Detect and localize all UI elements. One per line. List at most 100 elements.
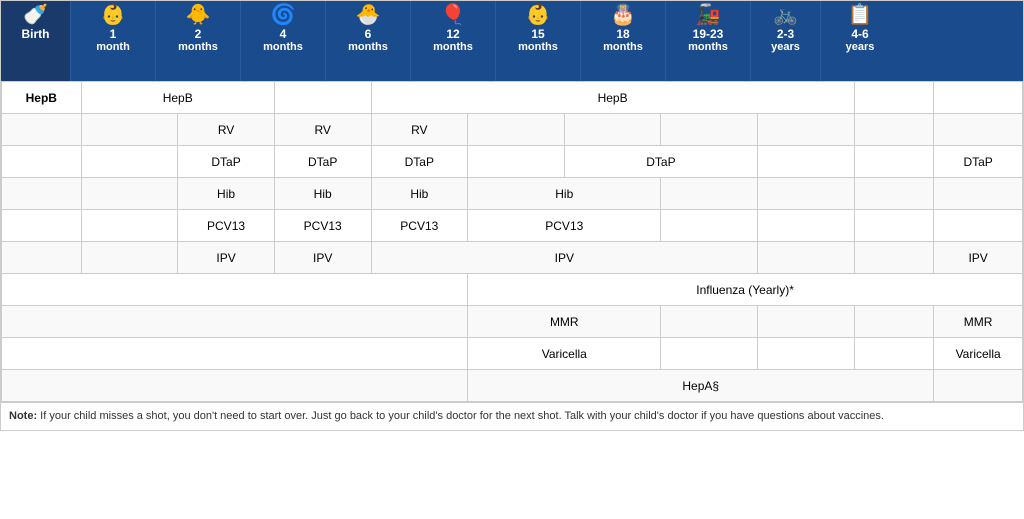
1mo-icon: 👶 [101,5,126,25]
hib-12mo-15mo: Hib [468,178,661,210]
2mo-label: months [178,41,218,54]
table-row: HepA§ [2,370,1023,402]
header-4mo: 🌀 4 months [241,1,326,81]
mmr-18mo [661,306,758,338]
hepa-range: HepA§ [468,370,934,402]
rv-46yr [934,114,1023,146]
hib-1mo [81,178,178,210]
dtap-4mo: DTaP [274,146,371,178]
pcv13-12mo-15mo: PCV13 [468,210,661,242]
23yr-icon: 🚲 [773,5,798,25]
mmr-23yr [854,306,934,338]
hib-23yr [854,178,934,210]
6mo-icon: 🐣 [356,5,381,25]
rv-birth [2,114,82,146]
1923mo-num: 19-23 [693,27,724,41]
dtap-46yr: DTaP [934,146,1023,178]
table-row: DTaP DTaP DTaP DTaP DTaP [2,146,1023,178]
table-row: Hib Hib Hib Hib [2,178,1023,210]
ipv-6mo-15mo: IPV [371,242,758,274]
mmr-46yr: MMR [934,306,1023,338]
46yr-num: 4-6 [851,27,868,41]
influenza-range: Influenza (Yearly)* [468,274,1023,306]
varicella-1923mo [758,338,855,370]
23yr-num: 2-3 [777,27,794,41]
hib-4mo: Hib [274,178,371,210]
birth-label: Birth [22,27,50,41]
15mo-label: months [518,41,558,54]
rv-23yr [854,114,934,146]
note-text: If your child misses a shot, you don't n… [37,410,884,422]
4mo-label: months [263,41,303,54]
hepb-46yr [934,82,1023,114]
18mo-label: months [603,41,643,54]
table-row: HepB HepB HepB [2,82,1023,114]
header-row: 🍼 Birth 👶 1 month 🐥 2 months 🌀 4 months … [1,1,1023,81]
pcv13-23yr [854,210,934,242]
1mo-label: month [96,41,130,54]
pcv13-birth [2,210,82,242]
rv-1mo [81,114,178,146]
rv-2mo: RV [178,114,275,146]
rv-1923mo [758,114,855,146]
hepb-4mo [274,82,371,114]
dtap-23yr [854,146,934,178]
pcv13-18mo [661,210,758,242]
note-bold: Note: [9,410,37,422]
pcv13-1mo [81,210,178,242]
hib-6mo: Hib [371,178,468,210]
23yr-label: years [771,41,800,54]
1923mo-label: months [688,41,728,54]
rv-18mo [661,114,758,146]
header-1mo: 👶 1 month [71,1,156,81]
header-12mo: 🎈 12 months [411,1,496,81]
dtap-2mo: DTaP [178,146,275,178]
ipv-2mo: IPV [178,242,275,274]
varicella-empty [2,338,468,370]
table-row: MMR MMR [2,306,1023,338]
hepb-6mo-18mo: HepB [371,82,854,114]
table-row: PCV13 PCV13 PCV13 PCV13 [2,210,1023,242]
pcv13-1923mo [758,210,855,242]
table-row: Influenza (Yearly)* [2,274,1023,306]
header-15mo: 👶 15 months [496,1,581,81]
18mo-num: 18 [616,27,629,41]
dtap-6mo: DTaP [371,146,468,178]
hepb-1mo-2mo: HepB [81,82,274,114]
2mo-icon: 🐥 [186,5,211,25]
dtap-1923mo [758,146,855,178]
birth-icon: 🍼 [23,5,48,25]
pcv13-4mo: PCV13 [274,210,371,242]
12mo-label: months [433,41,473,54]
vaccine-table: HepB HepB HepB RV RV RV [1,81,1023,402]
varicella-23yr [854,338,934,370]
hib-1923mo [758,178,855,210]
rv-6mo: RV [371,114,468,146]
table-row: RV RV RV [2,114,1023,146]
12mo-icon: 🎈 [441,5,466,25]
mmr-1923mo [758,306,855,338]
dtap-birth [2,146,82,178]
ipv-23yr [854,242,934,274]
12mo-num: 12 [446,27,459,41]
6mo-num: 6 [365,27,372,41]
hepa-empty [2,370,468,402]
header-18mo: 🎂 18 months [581,1,666,81]
mmr-12mo-15mo: MMR [468,306,661,338]
18mo-icon: 🎂 [611,5,636,25]
rv-12mo [468,114,565,146]
influenza-empty [2,274,468,306]
ipv-46yr: IPV [934,242,1023,274]
header-2mo: 🐥 2 months [156,1,241,81]
table-row: IPV IPV IPV IPV [2,242,1023,274]
hib-18mo [661,178,758,210]
4mo-icon: 🌀 [271,5,296,25]
varicella-18mo [661,338,758,370]
pcv13-6mo: PCV13 [371,210,468,242]
hepa-23yr [934,370,1023,402]
varicella-12mo-15mo: Varicella [468,338,661,370]
dtap-15mo-18mo: DTaP [564,146,757,178]
1mo-num: 1 [110,27,117,41]
pcv13-2mo: PCV13 [178,210,275,242]
header-23yr: 🚲 2-3 years [751,1,821,81]
